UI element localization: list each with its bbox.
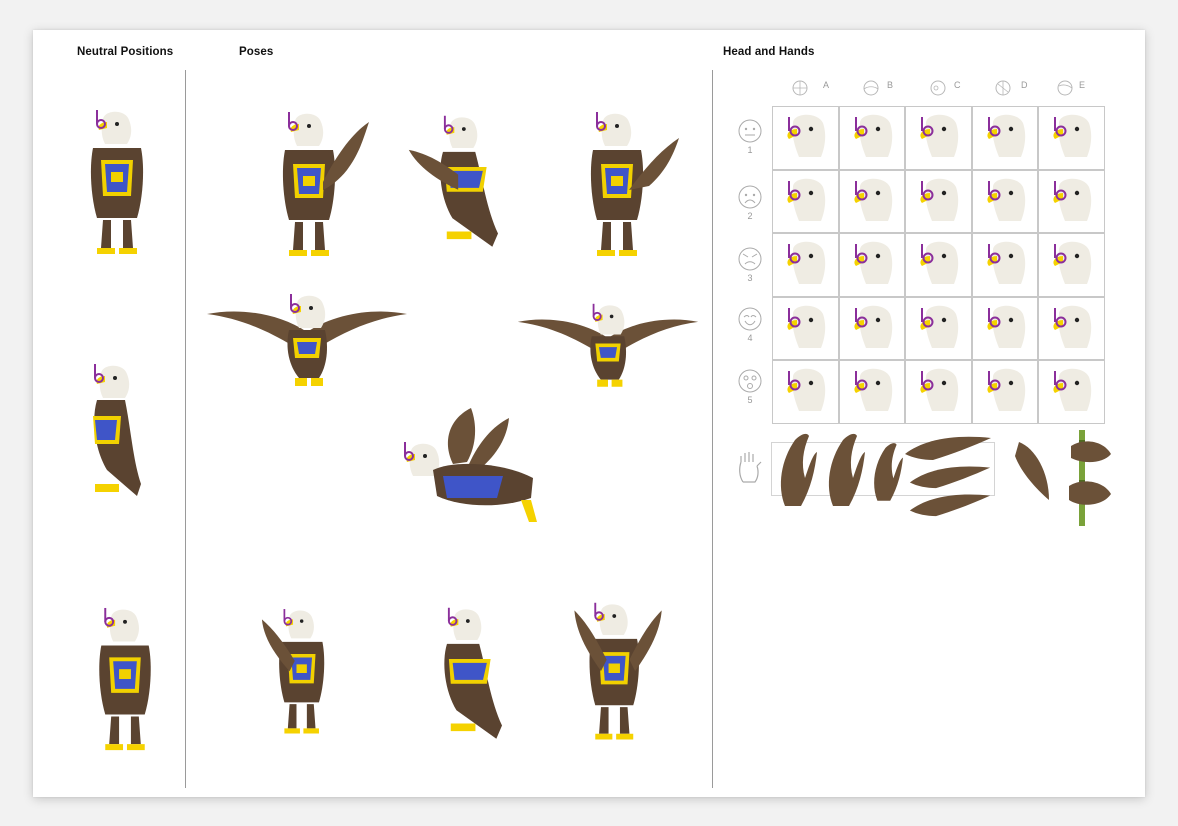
row-label-5: 5 <box>747 395 753 405</box>
head-angle-a-icon <box>791 80 809 101</box>
eagle-pose-glide <box>515 302 701 394</box>
wing-hand-1 <box>775 430 819 510</box>
wing-hand-6 <box>905 490 995 518</box>
row-label-2: 2 <box>747 211 753 221</box>
head-cell-d5 <box>971 360 1039 424</box>
head-cell-e2 <box>1038 169 1105 234</box>
eagle-neutral-front <box>81 108 153 260</box>
neutral-positions-title: Neutral Positions <box>77 46 174 58</box>
head-cell-c1 <box>905 106 972 170</box>
divider-right <box>712 70 713 788</box>
head-cell-a4 <box>772 296 839 361</box>
head-expression-grid <box>772 106 1105 424</box>
head-cell-e4 <box>1038 296 1105 361</box>
eagle-pose-wave <box>255 110 373 262</box>
row-label-1: 1 <box>747 145 753 155</box>
hand-icon <box>735 450 765 489</box>
wing-hand-4 <box>903 432 993 462</box>
head-cell-c5 <box>905 360 972 424</box>
wing-hand-2 <box>823 430 867 510</box>
head-cell-b4 <box>838 296 906 361</box>
head-cell-b3 <box>838 233 906 297</box>
head-cell-c2 <box>905 169 972 234</box>
column-label-d: D <box>1021 80 1028 90</box>
eagle-pose-spread <box>207 292 407 394</box>
head-cell-e5 <box>1038 360 1105 424</box>
head-angle-b-icon <box>862 80 880 101</box>
head-cell-d4 <box>971 296 1039 361</box>
head-angle-c-icon <box>928 80 946 101</box>
eagle-pose-flex <box>405 110 517 262</box>
head-cell-c4 <box>905 296 972 361</box>
head-cell-e1 <box>1038 106 1105 170</box>
eagle-pose-cheer <box>563 590 675 756</box>
head-cell-b2 <box>838 169 906 234</box>
head-cell-d2 <box>971 169 1039 234</box>
row-label-4: 4 <box>747 333 753 343</box>
poses-title: Poses <box>239 46 274 58</box>
eagle-pose-point <box>563 110 681 262</box>
head-cell-d1 <box>971 106 1039 170</box>
wing-hand-5 <box>905 462 995 490</box>
column-label-e: E <box>1079 80 1086 90</box>
row-label-3: 3 <box>747 273 753 283</box>
column-label-b: B <box>887 80 894 90</box>
head-angle-e-icon <box>1056 80 1074 101</box>
head-cell-e3 <box>1038 233 1105 297</box>
wing-hand-holding-stick <box>1063 430 1115 526</box>
divider-left <box>185 70 186 788</box>
head-cell-b5 <box>838 360 906 424</box>
eagle-neutral-side <box>77 360 157 510</box>
column-label-c: C <box>954 80 961 90</box>
eagle-neutral-three-quarter <box>89 606 161 756</box>
head-cell-c3 <box>905 233 972 297</box>
wing-hand-3 <box>867 440 907 504</box>
head-cell-a5 <box>772 360 839 424</box>
head-cell-a1 <box>772 106 839 170</box>
head-cell-b1 <box>838 106 906 170</box>
eagle-pose-dive <box>393 404 543 526</box>
head-cell-a3 <box>772 233 839 297</box>
character-sheet: Neutral Positions Poses Head and Hands A… <box>33 30 1145 797</box>
eagle-pose-cross <box>409 600 521 756</box>
wing-hand-7 <box>1005 438 1055 510</box>
head-angle-d-icon <box>994 80 1012 101</box>
column-label-a: A <box>823 80 830 90</box>
head-cell-a2 <box>772 169 839 234</box>
head-and-hands-title: Head and Hands <box>723 46 815 58</box>
eagle-pose-salute <box>255 590 357 756</box>
head-cell-d3 <box>971 233 1039 297</box>
